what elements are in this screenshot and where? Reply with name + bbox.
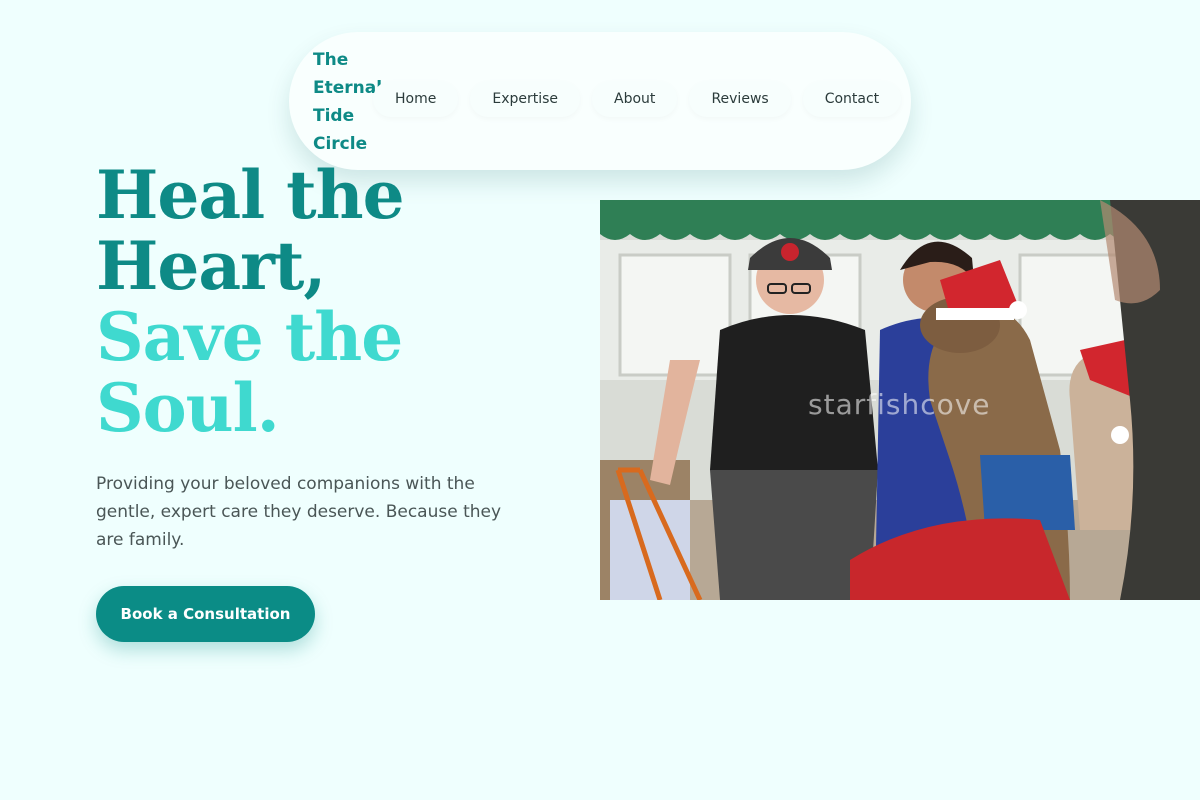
hero-photo: starfishcove bbox=[600, 200, 1200, 600]
photo-watermark: starfishcove bbox=[808, 388, 991, 421]
page: The Eternal Tide Circle Home Expertise A… bbox=[0, 0, 1200, 800]
top-navigation: The Eternal Tide Circle Home Expertise A… bbox=[289, 32, 911, 170]
nav-link-expertise[interactable]: Expertise bbox=[470, 81, 581, 117]
hero-heading-line-2: Heart, bbox=[96, 227, 326, 305]
hero-heading: Heal the Heart, Save the Soul. bbox=[96, 156, 405, 447]
nav-link-home[interactable]: Home bbox=[373, 81, 459, 117]
book-consultation-button[interactable]: Book a Consultation bbox=[96, 586, 315, 642]
hero-heading-line-3: Save the bbox=[96, 298, 403, 376]
nav-links: Home Expertise About Reviews Contact bbox=[373, 81, 902, 117]
hero-heading-line-4: Soul. bbox=[96, 369, 280, 447]
hero-description: Providing your beloved companions with t… bbox=[96, 474, 502, 550]
hero-heading-line-1: Heal the bbox=[96, 156, 405, 234]
nav-link-about[interactable]: About bbox=[592, 81, 678, 117]
nav-link-reviews[interactable]: Reviews bbox=[689, 81, 791, 117]
nav-link-contact[interactable]: Contact bbox=[802, 81, 902, 117]
